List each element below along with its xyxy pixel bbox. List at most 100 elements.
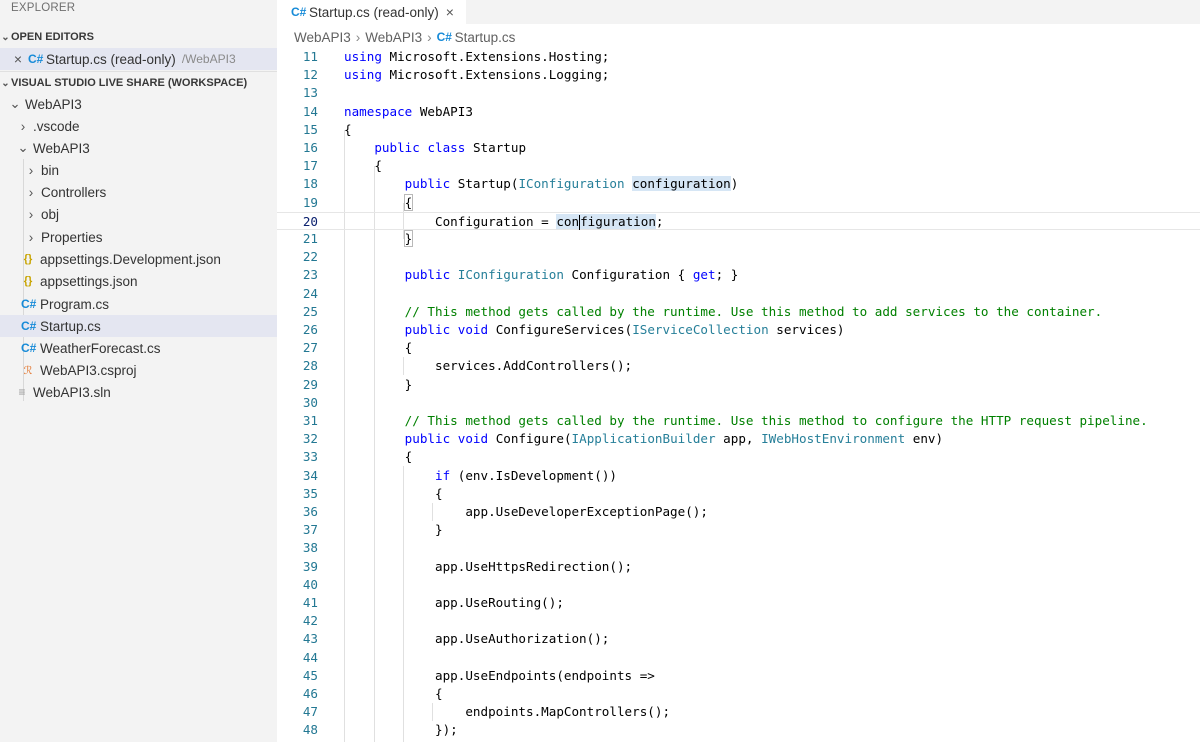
line-number: 46 [302, 686, 318, 701]
tree-item-controllers[interactable]: › Controllers [0, 181, 277, 203]
tree-item-label: WebAPI3.sln [33, 384, 111, 400]
close-icon[interactable]: × [443, 4, 457, 20]
code-line: 42 [277, 612, 1200, 630]
code-text: public void Configure(IApplicationBuilde… [404, 431, 944, 447]
line-number: 31 [302, 413, 318, 428]
code-line: 25 // This method gets called by the run… [277, 303, 1200, 321]
code-text: using Microsoft.Extensions.Logging; [344, 67, 610, 83]
explorer-sidebar: EXPLORER ⌄ OPEN EDITORS × C# Startup.cs … [0, 0, 277, 742]
open-editor-item[interactable]: × C# Startup.cs (read-only) /WebAPI3 [0, 48, 277, 70]
tree-item-weatherforecast-cs[interactable]: C# WeatherForecast.cs [0, 337, 277, 359]
line-number: 43 [302, 631, 318, 647]
line-number: 45 [302, 667, 318, 683]
line-number: 44 [302, 649, 318, 665]
tree-item-bin[interactable]: › bin [0, 159, 277, 181]
code-text: { [404, 340, 413, 356]
code-text: { [374, 158, 382, 174]
line-number: 37 [302, 522, 318, 538]
code-text: Configuration = configuration; [435, 213, 664, 230]
line-number: 22 [302, 249, 318, 265]
line-number: 19 [302, 194, 318, 210]
tree-item-webapi3-folder[interactable]: ⌄ WebAPI3 [0, 137, 277, 159]
code-text: namespace WebAPI3 [344, 103, 473, 119]
open-editors-header[interactable]: ⌄ OPEN EDITORS [0, 26, 277, 48]
line-number: 18 [302, 176, 318, 192]
tree-item-label: bin [41, 162, 60, 178]
code-line: 19 { [277, 193, 1200, 212]
code-line: 24 [277, 285, 1200, 303]
close-icon[interactable]: × [11, 51, 25, 67]
code-line: 12 using Microsoft.Extensions.Logging; [277, 66, 1200, 84]
code-text: if (env.IsDevelopment()) [435, 467, 617, 483]
code-line: 21 } [277, 230, 1200, 248]
line-number: 29 [302, 376, 318, 392]
tree-item-label: Startup.cs [40, 318, 101, 334]
chevron-right-icon: › [355, 29, 361, 45]
code-line: 44 [277, 649, 1200, 667]
line-number: 35 [302, 485, 318, 501]
open-editor-path: /WebAPI3 [181, 52, 236, 66]
line-number: 21 [302, 231, 318, 246]
csharp-icon: C# [28, 52, 44, 66]
code-line: 30 [277, 394, 1200, 412]
chevron-down-icon: ⌄ [17, 140, 29, 155]
rss-icon: ℛ [23, 364, 33, 377]
workspace-header[interactable]: ⌄ VISUAL STUDIO LIVE SHARE (WORKSPACE) [0, 71, 277, 94]
line-number: 26 [302, 322, 318, 337]
code-line: 16 public class Startup [277, 139, 1200, 157]
code-editor[interactable]: 11 using Microsoft.Extensions.Hosting; 12… [277, 48, 1200, 742]
code-text: { [403, 193, 414, 211]
code-line: 36 app.UseDeveloperExceptionPage(); [277, 503, 1200, 521]
csharp-icon: C# [21, 341, 37, 355]
code-line: 39 app.UseHttpsRedirection(); [277, 558, 1200, 576]
tree-root-webapi3[interactable]: ⌄ WebAPI3 [0, 93, 277, 115]
chevron-right-icon: › [427, 29, 432, 45]
code-line: 46 { [277, 685, 1200, 703]
line-number: 14 [302, 103, 318, 119]
tree-item-obj[interactable]: › obj [0, 203, 277, 225]
tree-item-vscode[interactable]: › .vscode [0, 115, 277, 137]
workspace-label: VISUAL STUDIO LIVE SHARE (WORKSPACE) [11, 77, 248, 89]
tree-item-appsettings-dev[interactable]: {} appsettings.Development.json [0, 248, 277, 270]
tree-item-label: Program.cs [40, 296, 110, 312]
code-line: 23 public IConfiguration Configuration {… [277, 266, 1200, 284]
code-text: { [435, 686, 443, 701]
line-number: 32 [302, 431, 318, 447]
code-text: public void ConfigureServices(IServiceCo… [404, 322, 845, 337]
json-file-icon: {} [23, 253, 33, 265]
chevron-right-icon: › [28, 206, 34, 222]
tree-item-properties[interactable]: › Properties [0, 226, 277, 248]
tree-item-program-cs[interactable]: C# Program.cs [0, 293, 277, 315]
breadcrumb-item[interactable]: WebAPI3 [294, 30, 351, 45]
code-line: 26 public void ConfigureServices(IServic… [277, 321, 1200, 339]
code-line: 18 public Startup(IConfiguration configu… [277, 175, 1200, 193]
line-number: 20 [302, 213, 318, 229]
code-text: app.UseHttpsRedirection(); [435, 558, 633, 574]
code-line: 13 [277, 84, 1200, 102]
tree-item-sln[interactable]: ≡ WebAPI3.sln [0, 381, 277, 403]
json-file-icon: {} [23, 275, 33, 287]
open-editors-label: OPEN EDITORS [11, 31, 94, 43]
code-line: 31 // This method gets called by the run… [277, 412, 1200, 430]
csharp-icon: C# [21, 297, 37, 311]
open-editor-label: Startup.cs (read-only) [46, 51, 176, 67]
line-number: 42 [302, 613, 318, 629]
code-text: { [435, 485, 443, 501]
line-number: 47 [302, 704, 318, 720]
text-file-icon: ≡ [18, 385, 26, 399]
code-line: 48 }); [277, 721, 1200, 739]
breadcrumb-item[interactable]: WebAPI3 [365, 30, 422, 45]
line-number: 11 [302, 49, 318, 64]
code-line: 33 { [277, 448, 1200, 466]
code-text: } [404, 376, 413, 392]
code-line: 27 { [277, 339, 1200, 357]
code-line: 32 public void Configure(IApplicationBui… [277, 430, 1200, 448]
tree-item-csproj[interactable]: ℛ WebAPI3.csproj [0, 359, 277, 381]
breadcrumb-item[interactable]: Startup.cs [455, 30, 516, 45]
tree-item-appsettings[interactable]: {} appsettings.json [0, 270, 277, 292]
code-line: 15 { [277, 121, 1200, 139]
tree-item-startup-cs[interactable]: C# Startup.cs [0, 315, 277, 337]
tab-startup-cs[interactable]: C# Startup.cs (read-only) × [277, 0, 466, 24]
tree-item-label: WebAPI3 [33, 140, 90, 156]
line-number: 27 [302, 340, 318, 356]
